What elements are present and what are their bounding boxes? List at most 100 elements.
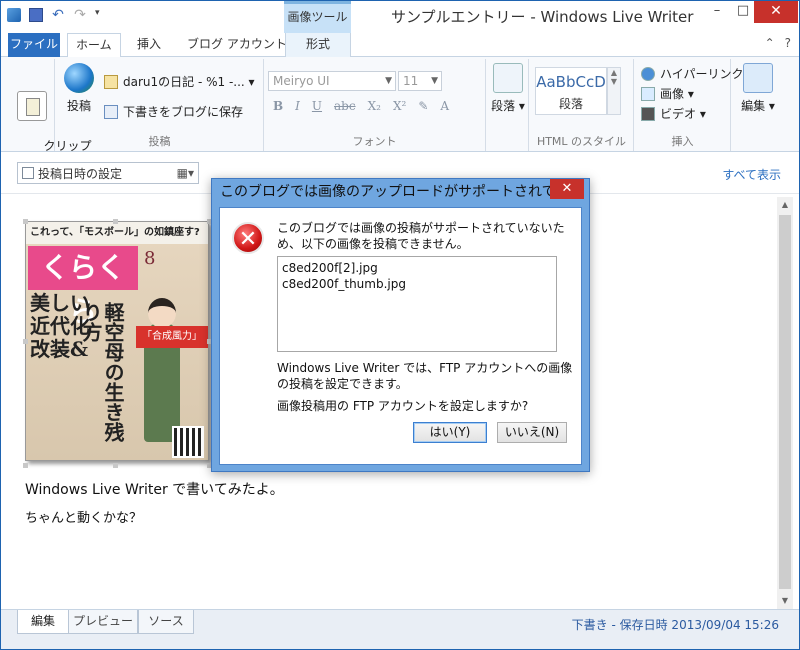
qr-code <box>172 426 204 458</box>
magazine-logo: くらくら <box>28 246 138 328</box>
figure-head <box>148 298 176 328</box>
file-list-item: c8ed200f[2].jpg <box>282 261 378 275</box>
blog-icon <box>104 74 118 89</box>
resize-handle[interactable] <box>23 339 28 344</box>
quick-access-toolbar: ↶ ↷ ▾ <box>7 8 105 22</box>
no-button[interactable]: いいえ(N) <box>497 422 567 443</box>
resize-handle[interactable] <box>113 219 118 224</box>
editor-scrollbar[interactable]: ▲ ▼ <box>777 197 793 609</box>
blog-selector[interactable]: daru1の日記 - %1 -... ▾ <box>104 73 255 90</box>
ribbon-tabs: ファイル ホーム 挿入 ブログ アカウント 形式 ⌃ ? <box>1 33 799 58</box>
strikethrough-button[interactable]: abc <box>334 99 356 113</box>
post-date-label: 投稿日時の設定 <box>38 166 123 181</box>
save-draft-icon <box>104 104 118 119</box>
collapse-ribbon-icon[interactable]: ⌃ <box>765 36 775 50</box>
insert-group: ハイパーリンク 画像 ▾ ビデオ ▾ 挿入 <box>635 59 744 151</box>
unsupported-file-list[interactable]: c8ed200f[2].jpg c8ed200f_thumb.jpg <box>277 256 557 352</box>
body-paragraph-1[interactable]: Windows Live Writer で書いてみたよ。 <box>25 479 284 499</box>
app-icon[interactable] <box>7 8 21 22</box>
dialog-body: ✕ このブログでは画像の投稿がサポートされていないため、以下の画像を投稿できませ… <box>219 207 582 465</box>
ribbon: クリップ ボード ▾ 投稿 daru1の日記 - %1 -... ▾ 下書きをブ… <box>1 57 799 167</box>
dialog-ftp-info: Windows Live Writer では、FTP アカウントへの画像の投稿を… <box>277 361 573 391</box>
draft-status: 下書き - 保存日時 2013/09/04 15:26 <box>571 618 779 632</box>
font-color-icon[interactable]: A <box>440 99 449 113</box>
undo-icon[interactable]: ↶ <box>51 8 65 22</box>
font-size-value: 11 <box>403 74 419 88</box>
upload-unsupported-dialog: このブログでは画像のアップロードがサポートされていま... ✕ ✕ このブログで… <box>211 178 590 472</box>
tab-preview-view[interactable]: プレビュー <box>68 610 138 634</box>
insert-video-button[interactable]: ビデオ ▾ <box>641 105 706 122</box>
resize-handle[interactable] <box>23 463 28 468</box>
minimize-button[interactable]: – <box>704 1 730 23</box>
blog-selector-label: daru1の日記 - %1 -... ▾ <box>123 75 255 89</box>
underline-button[interactable]: U <box>312 99 322 113</box>
error-icon: ✕ <box>232 222 264 254</box>
tab-source-view[interactable]: ソース <box>138 610 194 634</box>
save-draft-button[interactable]: 下書きをブログに保存 <box>104 103 243 120</box>
clipboard-group: クリップ ボード ▾ <box>7 59 92 167</box>
qat-customize-icon[interactable]: ▾ <box>95 8 105 22</box>
magazine-cover-image[interactable]: これって、「モスボール」の如鎮座す? くらくら 8 美しい近代化改装& 軽空母の… <box>25 221 209 461</box>
style-name: 段落 <box>558 97 583 111</box>
post-date-checkbox[interactable] <box>22 167 34 179</box>
paragraph-label: 段落 ▾ <box>491 99 525 113</box>
insert-hyperlink-button[interactable]: ハイパーリンク <box>641 65 744 82</box>
tab-format[interactable]: 形式 <box>285 33 351 58</box>
editing-group: 編集 ▾ <box>736 59 780 151</box>
dialog-title-bar[interactable]: このブログでは画像のアップロードがサポートされていま... ✕ <box>212 179 589 206</box>
tab-file[interactable]: ファイル <box>8 33 60 57</box>
font-name-value: Meiryo UI <box>273 74 330 88</box>
post-group: 投稿 daru1の日記 - %1 -... ▾ 下書きをブログに保存 投稿 <box>56 59 264 151</box>
redo-icon[interactable]: ↷ <box>73 8 87 22</box>
font-group-label: フォント <box>352 135 397 148</box>
dialog-message: このブログでは画像の投稿がサポートされていないため、以下の画像を投稿できません。 <box>277 221 565 251</box>
superscript-button[interactable]: X² <box>393 99 406 113</box>
image-tools-context-label: 画像ツール <box>284 1 351 33</box>
video-icon <box>641 106 655 121</box>
style-gallery-scroll[interactable]: ▲ ▼ <box>607 67 621 115</box>
paragraph-button[interactable]: 段落 ▾ <box>489 63 527 114</box>
post-date-setting[interactable]: 投稿日時の設定 ▦▾ <box>17 162 199 184</box>
subscript-button[interactable]: X₂ <box>368 99 381 113</box>
maximize-button[interactable]: □ <box>730 1 756 23</box>
dialog-close-button[interactable]: ✕ <box>550 179 584 199</box>
post-group-label: 投稿 <box>148 135 171 148</box>
editing-button[interactable]: 編集 ▾ <box>738 63 778 114</box>
resize-handle[interactable] <box>23 219 28 224</box>
font-name-select[interactable]: Meiryo UI ▼ <box>268 71 396 91</box>
scroll-thumb[interactable] <box>779 215 791 589</box>
italic-button[interactable]: I <box>295 99 300 113</box>
scroll-up-icon[interactable]: ▲ <box>777 197 793 213</box>
highlight-icon[interactable]: ✎ <box>418 99 428 113</box>
tab-insert[interactable]: 挿入 <box>129 33 169 57</box>
close-button[interactable]: ✕ <box>754 1 798 23</box>
help-icon[interactable]: ? <box>785 36 791 50</box>
title-bar: ↶ ↷ ▾ 画像ツール サンプルエントリー - Windows Live Wri… <box>1 1 799 33</box>
chevron-down-icon: ▼ <box>385 76 392 86</box>
style-sample-text: AaBbCcD <box>536 73 606 91</box>
globe-icon <box>64 63 94 93</box>
scroll-down-icon[interactable]: ▼ <box>777 593 793 609</box>
status-bar: 編集 プレビュー ソース 下書き - 保存日時 2013/09/04 15:26 <box>1 609 799 649</box>
show-all-link[interactable]: すべて表示 <box>722 166 781 183</box>
tab-home[interactable]: ホーム <box>67 33 121 58</box>
publish-button[interactable]: 投稿 <box>60 63 98 114</box>
ribbon-right-controls: ⌃ ? <box>765 36 791 50</box>
font-size-select[interactable]: 11 ▼ <box>398 71 442 91</box>
yes-button[interactable]: はい(Y) <box>413 422 487 443</box>
calendar-icon[interactable]: ▦▾ <box>177 166 194 180</box>
resize-handle[interactable] <box>113 463 118 468</box>
tab-blog-account[interactable]: ブログ アカウント <box>179 33 295 57</box>
bold-button[interactable]: B <box>273 99 283 113</box>
tab-edit-view[interactable]: 編集 <box>17 610 69 634</box>
dialog-question: 画像投稿用の FTP アカウントを設定しますか? <box>277 399 529 413</box>
magazine-month: 8 <box>144 248 156 269</box>
hyperlink-label: ハイパーリンク <box>660 67 744 81</box>
save-icon[interactable] <box>29 8 43 22</box>
chevron-down-icon: ▼ <box>431 76 438 86</box>
clipboard-icon <box>17 91 47 121</box>
body-paragraph-2[interactable]: ちゃんと動くかな？ <box>25 507 142 526</box>
style-gallery-item[interactable]: AaBbCcD 段落 <box>535 67 607 115</box>
insert-image-button[interactable]: 画像 ▾ <box>641 85 694 102</box>
file-list-item: c8ed200f_thumb.jpg <box>282 277 406 291</box>
